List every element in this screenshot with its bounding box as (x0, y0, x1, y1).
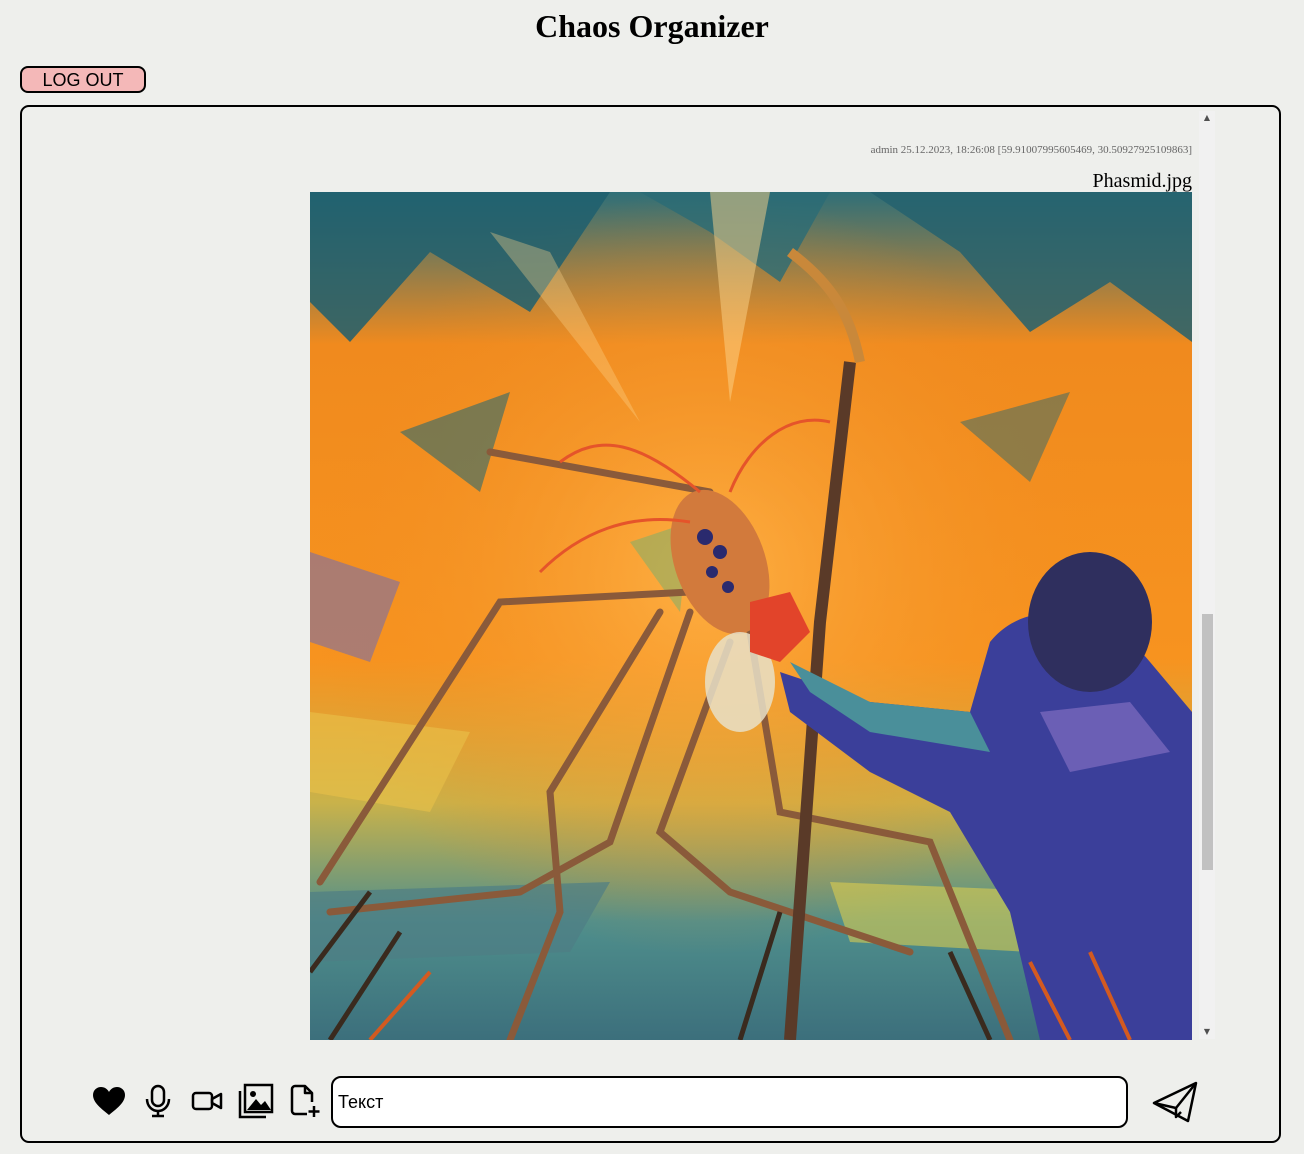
record-video-button[interactable] (187, 1081, 227, 1121)
main-panel: admin 25.12.2023, 18:26:08 [59.910079956… (20, 105, 1281, 1143)
message-meta: admin 25.12.2023, 18:26:08 [59.910079956… (870, 144, 1192, 156)
add-file-icon (290, 1084, 320, 1117)
message-text-input[interactable] (331, 1076, 1128, 1128)
message-composer (22, 1067, 1279, 1137)
image-gallery-icon (238, 1083, 274, 1119)
heart-icon (93, 1087, 125, 1115)
app-title: Chaos Organizer (535, 8, 769, 44)
video-camera-icon (191, 1091, 223, 1111)
microphone-icon (145, 1084, 171, 1118)
attachment-filename[interactable]: Phasmid.jpg (1093, 170, 1192, 193)
feed-scrollbar[interactable]: ▲ ▼ (1199, 111, 1215, 1039)
like-button[interactable] (89, 1081, 129, 1121)
paper-plane-icon (1152, 1081, 1198, 1123)
send-button[interactable] (1150, 1079, 1200, 1125)
scroll-up-arrow-icon[interactable]: ▲ (1199, 111, 1215, 125)
logout-button[interactable]: LOG OUT (20, 66, 146, 93)
record-audio-button[interactable] (138, 1081, 178, 1121)
attach-file-button[interactable] (285, 1081, 325, 1121)
scrollbar-thumb[interactable] (1202, 614, 1213, 871)
attach-image-button[interactable] (236, 1081, 276, 1121)
scroll-down-arrow-icon[interactable]: ▼ (1199, 1025, 1215, 1039)
attachment-image[interactable] (310, 192, 1192, 1040)
message-feed[interactable]: admin 25.12.2023, 18:26:08 [59.910079956… (22, 110, 1216, 1042)
